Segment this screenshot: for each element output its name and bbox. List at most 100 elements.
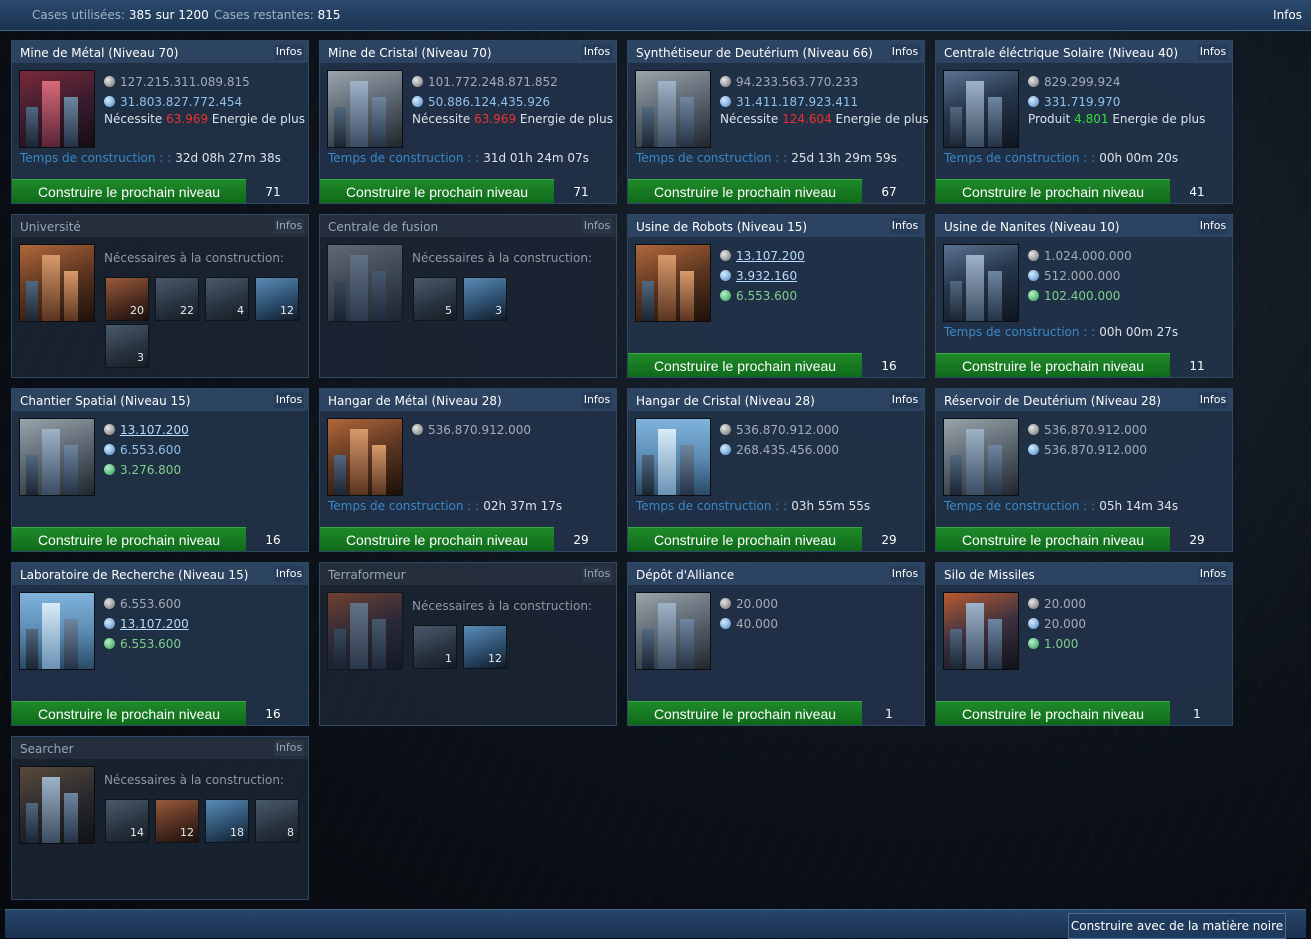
build-time-label: Temps de construction : : xyxy=(20,151,172,165)
building-image[interactable] xyxy=(327,592,403,670)
info-button[interactable]: Infos xyxy=(274,44,304,60)
building-image[interactable] xyxy=(19,418,95,496)
requirement-item[interactable]: 1 xyxy=(413,625,457,669)
building-card-nanite-factory: Usine de Nanites (Niveau 10) Infos 1.024… xyxy=(935,214,1233,378)
top-info-link[interactable]: Infos xyxy=(1273,8,1302,22)
info-button[interactable]: Infos xyxy=(274,218,304,234)
building-image[interactable] xyxy=(943,592,1019,670)
build-next-level-button[interactable]: Construire le prochain niveau xyxy=(936,527,1170,551)
building-card-searcher: Searcher Infos Nécessaires à la construc… xyxy=(11,736,309,900)
requirement-item[interactable]: 5 xyxy=(413,277,457,321)
info-button[interactable]: Infos xyxy=(274,392,304,408)
building-image[interactable] xyxy=(635,592,711,670)
building-image[interactable] xyxy=(635,70,711,148)
energy-requirement-prefix: Nécessite xyxy=(104,112,163,126)
info-button[interactable]: Infos xyxy=(1198,44,1228,60)
building-image[interactable] xyxy=(19,592,95,670)
info-button[interactable]: Infos xyxy=(890,392,920,408)
info-button[interactable]: Infos xyxy=(274,740,304,756)
requirement-level: 3 xyxy=(137,351,144,364)
info-button[interactable]: Infos xyxy=(890,218,920,234)
info-button[interactable]: Infos xyxy=(582,566,612,582)
requirement-item[interactable]: 3 xyxy=(105,324,149,368)
building-image[interactable] xyxy=(943,70,1019,148)
crystal-cost-value[interactable]: 3.932.160 xyxy=(736,269,797,283)
crystal-cost-value: 20.000 xyxy=(1044,617,1086,631)
card-title: Mine de Cristal (Niveau 70) xyxy=(328,46,492,60)
requirement-item[interactable]: 3 xyxy=(463,277,507,321)
crystal-cost[interactable]: 13.107.200 xyxy=(104,615,189,633)
requirement-item[interactable]: 20 xyxy=(105,277,149,321)
requirement-item[interactable]: 12 xyxy=(255,277,299,321)
crystal-cost: 536.870.912.000 xyxy=(1028,441,1147,459)
requirement-item[interactable]: 12 xyxy=(155,799,199,843)
info-button[interactable]: Infos xyxy=(582,44,612,60)
build-time-value: 31d 01h 24m 07s xyxy=(483,151,589,165)
building-image[interactable] xyxy=(327,70,403,148)
build-next-level-button[interactable]: Construire le prochain niveau xyxy=(936,353,1170,377)
build-next-level-button[interactable]: Construire le prochain niveau xyxy=(628,179,862,203)
build-next-level-button[interactable]: Construire le prochain niveau xyxy=(936,701,1170,725)
crystal-cost-value: 31.411.187.923.411 xyxy=(736,95,859,109)
card-title: Terraformeur xyxy=(328,568,406,582)
build-next-level-button[interactable]: Construire le prochain niveau xyxy=(12,179,246,203)
building-card-deuterium-synthesizer: Synthétiseur de Deutérium (Niveau 66) In… xyxy=(627,40,929,204)
info-button[interactable]: Infos xyxy=(274,566,304,582)
metal-icon xyxy=(104,598,115,609)
requirement-item[interactable]: 18 xyxy=(205,799,249,843)
requirement-item[interactable]: 22 xyxy=(155,277,199,321)
info-button[interactable]: Infos xyxy=(582,218,612,234)
requirement-item[interactable]: 14 xyxy=(105,799,149,843)
building-image[interactable] xyxy=(943,244,1019,322)
build-next-level-button[interactable]: Construire le prochain niveau xyxy=(628,527,862,551)
build-next-level-button[interactable]: Construire le prochain niveau xyxy=(320,179,554,203)
build-with-dark-matter-button[interactable]: Construire avec de la matière noire xyxy=(1068,913,1286,939)
next-level-number: 16 xyxy=(881,359,897,373)
next-level-number: 71 xyxy=(265,185,281,199)
requirement-level: 8 xyxy=(287,826,294,839)
requirement-item[interactable]: 4 xyxy=(205,277,249,321)
building-image[interactable] xyxy=(943,418,1019,496)
deuterium-cost-value: 6.553.600 xyxy=(120,637,182,651)
building-image[interactable] xyxy=(19,70,95,148)
building-image[interactable] xyxy=(635,244,711,322)
building-card-terraformer: Terraformeur Infos Nécessaires à la cons… xyxy=(319,562,617,726)
building-image[interactable] xyxy=(635,418,711,496)
metal-cost-value[interactable]: 13.107.200 xyxy=(120,423,189,437)
info-button[interactable]: Infos xyxy=(890,566,920,582)
info-button[interactable]: Infos xyxy=(1198,392,1228,408)
info-button[interactable]: Infos xyxy=(1198,566,1228,582)
top-bar: Cases utilisées: 385 sur 1200 Cases rest… xyxy=(0,0,1311,31)
build-next-level-button[interactable]: Construire le prochain niveau xyxy=(12,527,246,551)
build-next-level-button[interactable]: Construire le prochain niveau xyxy=(628,701,862,725)
metal-cost[interactable]: 13.107.200 xyxy=(104,421,189,439)
build-time-label: Temps de construction : : xyxy=(636,499,788,513)
requirement-item[interactable]: 12 xyxy=(463,625,507,669)
building-image[interactable] xyxy=(19,244,95,322)
info-button[interactable]: Infos xyxy=(890,44,920,60)
build-next-level-button[interactable]: Construire le prochain niveau xyxy=(12,701,246,725)
metal-cost-value: 536.870.912.000 xyxy=(428,423,532,437)
energy-production: Produit 4.801 Energie de plus xyxy=(1028,112,1205,126)
building-image[interactable] xyxy=(19,766,95,844)
crystal-cost-value[interactable]: 13.107.200 xyxy=(120,617,189,631)
info-button[interactable]: Infos xyxy=(582,392,612,408)
build-next-level-button[interactable]: Construire le prochain niveau xyxy=(320,527,554,551)
metal-cost[interactable]: 13.107.200 xyxy=(720,247,805,265)
build-next-level-button[interactable]: Construire le prochain niveau xyxy=(936,179,1170,203)
crystal-icon xyxy=(1028,444,1039,455)
next-level-number: 1 xyxy=(1193,707,1201,721)
building-image[interactable] xyxy=(327,418,403,496)
requirement-item[interactable]: 8 xyxy=(255,799,299,843)
energy-requirement-suffix: Energie de plus xyxy=(835,112,929,126)
crystal-icon xyxy=(720,444,731,455)
metal-cost: 20.000 xyxy=(720,595,778,613)
info-button[interactable]: Infos xyxy=(1198,218,1228,234)
energy-requirement-value: 63.969 xyxy=(474,112,517,126)
build-next-level-button[interactable]: Construire le prochain niveau xyxy=(628,353,862,377)
metal-cost-value[interactable]: 13.107.200 xyxy=(736,249,805,263)
energy-requirement-prefix: Nécessite xyxy=(720,112,779,126)
crystal-cost[interactable]: 3.932.160 xyxy=(720,267,797,285)
building-image[interactable] xyxy=(327,244,403,322)
building-card-missile-silo: Silo de Missiles Infos 20.000 20.000 1.0… xyxy=(935,562,1233,726)
